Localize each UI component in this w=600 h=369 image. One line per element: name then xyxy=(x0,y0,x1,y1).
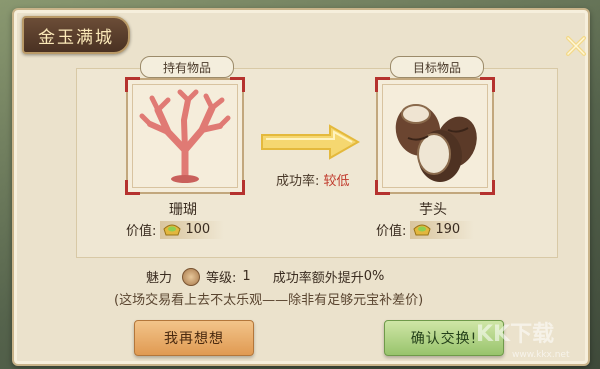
exchange-dialog: 金玉满城 持有物品 珊瑚 价值: 100 成功率: 较低 目标物品 芋头 价值:… xyxy=(12,8,590,366)
success-rate: 成功率: 较低 xyxy=(276,170,350,189)
reconsider-button[interactable]: 我再想想 xyxy=(134,320,254,356)
target-item-label: 目标物品 xyxy=(390,56,484,78)
held-item-value: 100 xyxy=(185,222,211,237)
gold-ingot-icon xyxy=(163,224,181,235)
success-rate-value: 较低 xyxy=(323,174,350,189)
watermark-url: www.kkx.net xyxy=(512,350,570,360)
target-item-name: 芋头 xyxy=(419,202,447,218)
charm-info-row: 魅力 等级: 1 成功率额外提升 0% xyxy=(146,267,384,286)
held-item-slot[interactable] xyxy=(125,77,245,195)
dialog-title: 金玉满城 xyxy=(22,16,130,54)
watermark-logo: KK下载 xyxy=(476,322,555,347)
bonus-value: 0% xyxy=(363,269,385,284)
close-icon xyxy=(566,36,586,56)
held-item-value-row: 价值: 100 xyxy=(126,220,225,239)
level-label: 等级: xyxy=(206,271,237,286)
charm-label: 魅力 xyxy=(146,271,173,286)
held-item-label: 持有物品 xyxy=(140,56,234,78)
held-value-label: 价值: xyxy=(126,224,157,239)
target-item-value: 190 xyxy=(435,222,461,237)
held-item-name: 珊瑚 xyxy=(169,202,197,218)
close-button[interactable] xyxy=(562,32,590,60)
level-value: 1 xyxy=(242,269,251,284)
success-rate-label: 成功率: xyxy=(276,174,320,189)
target-value-label: 价值: xyxy=(376,224,407,239)
taro-icon xyxy=(395,104,477,182)
target-item-value-row: 价值: 190 xyxy=(376,220,475,239)
charm-coin-icon xyxy=(182,267,201,286)
target-item-slot[interactable] xyxy=(375,77,495,195)
bonus-label: 成功率额外提升 xyxy=(272,271,364,286)
gold-ingot-icon xyxy=(413,224,431,235)
trade-note: (这场交易看上去不太乐观——除非有足够元宝补差价) xyxy=(114,293,424,308)
arrow-right-icon xyxy=(261,124,360,160)
coral-icon xyxy=(139,89,231,183)
